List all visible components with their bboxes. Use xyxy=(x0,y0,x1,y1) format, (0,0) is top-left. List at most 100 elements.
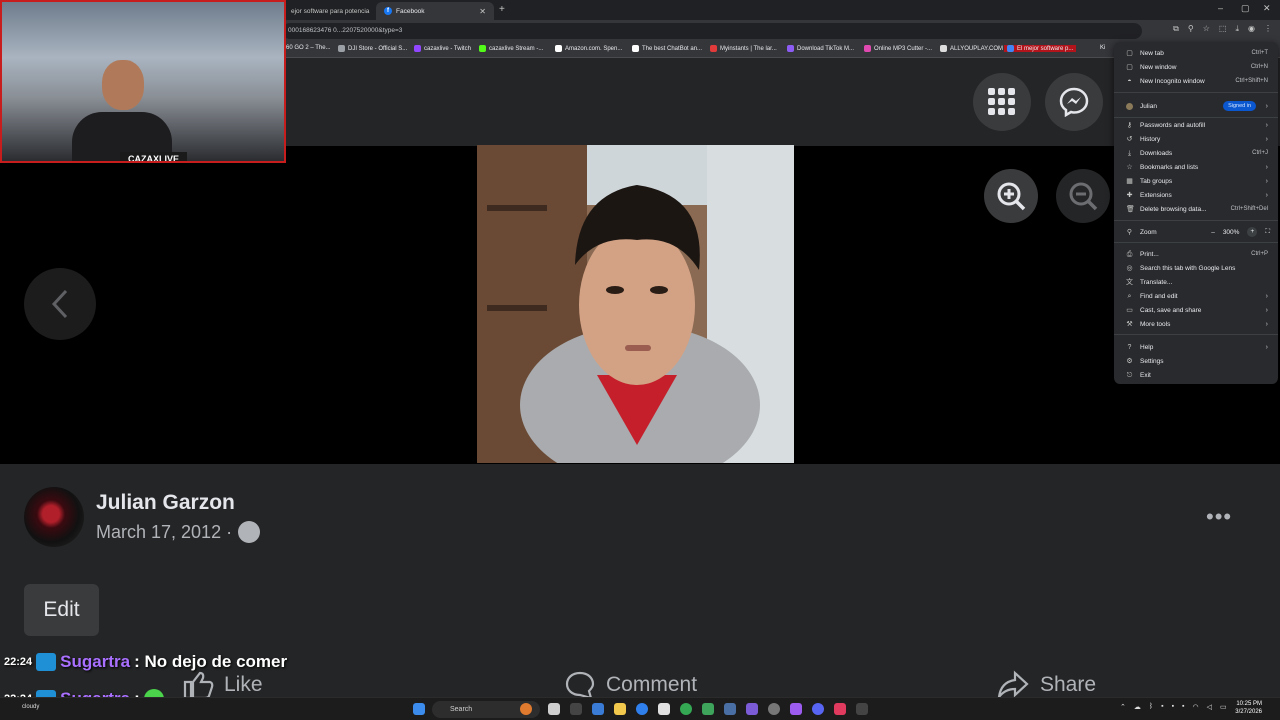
bookmark-item[interactable]: 60 GO 2 – The... xyxy=(286,45,331,51)
url-field[interactable]: 000168623476 0...2207520000&type=3 xyxy=(282,23,1142,39)
tiktok-icon[interactable] xyxy=(834,703,846,715)
globe-icon xyxy=(238,521,261,543)
extensions-icon[interactable]: ⬚ xyxy=(1219,24,1227,34)
volume-icon[interactable]: ◁ xyxy=(1207,703,1212,711)
bluetooth-icon[interactable]: ᛒ xyxy=(1149,703,1153,711)
bookmark-item[interactable]: The best ChatBot an... xyxy=(632,45,702,52)
tab-label: Facebook xyxy=(396,7,425,15)
bookmark-item[interactable]: Online MP3 Cutter -... xyxy=(864,45,932,52)
bookmark-item[interactable]: cazaxlive - Twitch xyxy=(414,45,471,52)
share-button[interactable]: Share xyxy=(996,670,1096,700)
close-icon[interactable]: ✕ xyxy=(479,7,486,16)
windows-start-icon[interactable] xyxy=(413,703,425,715)
bookmark-item[interactable]: Myinstants | The lar... xyxy=(710,45,777,52)
menu-item-help[interactable]: ? Help › xyxy=(1114,341,1278,353)
zoom-lens-icon[interactable]: ⚲ xyxy=(1188,24,1194,34)
app-icon[interactable] xyxy=(702,703,714,715)
bookmark-item[interactable]: El mejor software p... xyxy=(1004,45,1077,52)
app-icon[interactable] xyxy=(570,703,582,715)
chrome-icon[interactable] xyxy=(680,703,692,715)
menu-item-new-tab[interactable]: ▢ New tab Ctrl+T xyxy=(1114,47,1278,59)
weather-label[interactable]: cloudy xyxy=(22,704,39,710)
store-icon[interactable] xyxy=(658,703,670,715)
chevron-up-icon[interactable]: ⌃ xyxy=(1120,703,1126,711)
menu-item-profile[interactable]: Julian Signed in › xyxy=(1114,100,1278,112)
menu-item-downloads[interactable]: ⤓ Downloads Ctrl+J xyxy=(1114,147,1278,159)
zoom-out-button[interactable] xyxy=(1056,169,1110,223)
previous-photo-button[interactable] xyxy=(24,268,96,340)
zoom-minus-button[interactable]: – xyxy=(1211,229,1215,236)
edit-button[interactable]: Edit xyxy=(24,584,99,636)
bookmark-item[interactable]: DJI Store - Official S... xyxy=(338,45,407,52)
menu-item-google-lens[interactable]: ◎ Search this tab with Google Lens xyxy=(1114,262,1278,274)
fullscreen-icon[interactable]: ⛶ xyxy=(1265,228,1270,236)
menu-item-delete-data[interactable]: 🗑 Delete browsing data... Ctrl+Shift+Del xyxy=(1114,203,1278,215)
taskbar-clock[interactable]: 10:25 PM 3/27/2026 xyxy=(1235,700,1262,716)
menu-item-incognito[interactable]: ◓ New Incognito window Ctrl+Shift+N xyxy=(1114,75,1278,87)
menu-item-translate[interactable]: 文 Translate... xyxy=(1114,276,1278,288)
menu-item-cast-save-share[interactable]: ▭ Cast, save and share › xyxy=(1114,304,1278,316)
minimize-button[interactable]: – xyxy=(1218,3,1223,13)
menu-item-history[interactable]: ↺ History › xyxy=(1114,133,1278,145)
tab-label: ejor software para potencia xyxy=(291,7,370,15)
menu-item-new-window[interactable]: ▢ New window Ctrl+N xyxy=(1114,61,1278,73)
menu-item-extensions[interactable]: ✚ Extensions › xyxy=(1114,189,1278,201)
more-options-button[interactable]: ••• xyxy=(1206,504,1232,530)
toolbar-icons: ⧉ ⚲ ☆ ⬚ ⤓ ◉ ⋮ xyxy=(1173,24,1272,34)
trash-icon: 🗑 xyxy=(1126,205,1135,213)
bookmark-overflow[interactable]: Ki xyxy=(1100,45,1105,51)
tab-facebook[interactable]: f Facebook ✕ xyxy=(376,2,494,20)
avatar[interactable] xyxy=(24,487,84,547)
battery-icon[interactable]: ▭ xyxy=(1220,703,1227,711)
widget-icon[interactable] xyxy=(520,703,532,715)
menu-item-print[interactable]: ⎙ Print... Ctrl+P xyxy=(1114,248,1278,260)
close-window-button[interactable]: ✕ xyxy=(1263,3,1271,14)
download-icon[interactable]: ⤓ xyxy=(1235,24,1239,34)
comment-button[interactable]: Comment xyxy=(564,670,697,700)
messenger-button[interactable] xyxy=(1045,73,1103,131)
task-view-icon[interactable] xyxy=(548,703,560,715)
menu-item-bookmarks[interactable]: ☆ Bookmarks and lists › xyxy=(1114,161,1278,173)
app-tray-icon[interactable]: ▪ xyxy=(1172,703,1174,711)
maximize-button[interactable]: ▢ xyxy=(1241,3,1250,14)
bookmark-item[interactable]: ALLYOUPLAY.COM -... xyxy=(940,45,1012,52)
date-text[interactable]: March 17, 2012 · xyxy=(96,522,232,543)
menu-item-tab-groups[interactable]: ▦ Tab groups › xyxy=(1114,175,1278,187)
chevron-right-icon: › xyxy=(1265,306,1268,314)
app-tray-icon[interactable]: ▪ xyxy=(1161,703,1163,711)
bookmark-item[interactable]: Download TikTok M... xyxy=(787,45,854,52)
profile-icon[interactable]: ◉ xyxy=(1248,24,1255,34)
new-tab-button[interactable]: + xyxy=(499,4,505,15)
chevron-right-icon: › xyxy=(1265,292,1268,300)
menu-item-settings[interactable]: ⚙ Settings xyxy=(1114,355,1278,367)
menu-item-passwords[interactable]: ⚷ Passwords and autofill › xyxy=(1114,119,1278,131)
zoom-in-button[interactable] xyxy=(984,169,1038,223)
author-name[interactable]: Julian Garzon xyxy=(96,491,235,515)
menu-item-more-tools[interactable]: ⚒ More tools › xyxy=(1114,318,1278,330)
allyouplay-icon xyxy=(940,45,947,52)
signed-in-badge: Signed in xyxy=(1223,101,1256,111)
menu-item-exit[interactable]: ⎋ Exit xyxy=(1114,369,1278,381)
app-icon[interactable] xyxy=(856,703,868,715)
wifi-icon[interactable]: ◠ xyxy=(1193,703,1199,711)
cloud-icon[interactable]: ☁ xyxy=(1134,703,1141,711)
bookmark-star-icon[interactable]: ☆ xyxy=(1203,24,1210,34)
apps-menu-button[interactable] xyxy=(973,73,1031,131)
app-icon[interactable] xyxy=(746,703,758,715)
app-icon[interactable] xyxy=(592,703,604,715)
app-icon[interactable] xyxy=(790,703,802,715)
bookmark-item[interactable]: cazaxlive Stream -... xyxy=(479,45,543,52)
install-icon[interactable]: ⧉ xyxy=(1173,24,1179,34)
file-explorer-icon[interactable] xyxy=(614,703,626,715)
discord-icon[interactable] xyxy=(812,703,824,715)
edge-icon[interactable] xyxy=(636,703,648,715)
menu-item-find-edit[interactable]: ⌕ Find and edit › xyxy=(1114,290,1278,302)
tab-software[interactable]: ejor software para potencia ✕ xyxy=(283,2,375,20)
obs-icon[interactable] xyxy=(768,703,780,715)
kebab-menu-icon[interactable]: ⋮ xyxy=(1264,24,1272,34)
app-tray-icon[interactable]: ▪ xyxy=(1182,703,1184,711)
zoom-plus-button[interactable]: + xyxy=(1247,227,1258,237)
bookmark-item[interactable]: Amazon.com. Spen... xyxy=(555,45,622,52)
like-button[interactable]: Like xyxy=(182,670,263,700)
steam-icon[interactable] xyxy=(724,703,736,715)
